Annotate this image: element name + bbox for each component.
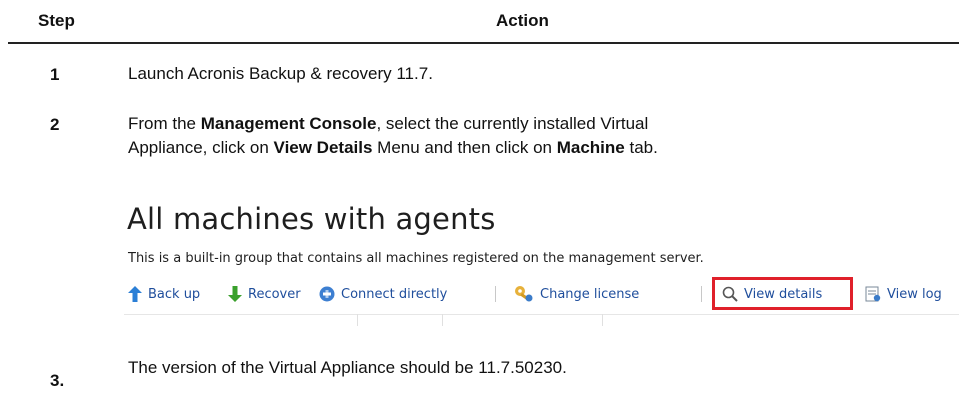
connect-directly-button[interactable]: Connect directly: [319, 284, 447, 304]
header-divider: [8, 42, 959, 44]
step-number-3: 3.: [50, 371, 65, 390]
key-icon: [515, 286, 533, 302]
header-step: Step: [38, 11, 75, 30]
toolbar-separator: [701, 286, 702, 302]
step-text-2-line-1: From the Management Console, select the …: [128, 114, 649, 133]
header-action: Action: [496, 11, 549, 30]
back-up-button[interactable]: Back up: [128, 284, 200, 304]
embedded-screenshot: All machines with agents This is a built…: [124, 202, 959, 342]
toolbar: Back up Recover Connect directly Change …: [124, 276, 959, 310]
step-text-1: Launch Acronis Backup & recovery 11.7.: [128, 64, 433, 83]
column-divider: [442, 314, 443, 326]
view-details-label: View Details: [273, 138, 373, 157]
group-title: All machines with agents: [127, 202, 496, 236]
step-text-2: From the Management Console, select the …: [128, 112, 658, 160]
recover-button[interactable]: Recover: [228, 284, 301, 304]
arrow-down-icon: [228, 286, 242, 302]
step-text-3: The version of the Virtual Appliance sho…: [128, 358, 567, 377]
arrow-up-icon: [128, 286, 142, 302]
column-divider: [357, 314, 358, 326]
management-console-label: Management Console: [200, 114, 377, 133]
toolbar-separator: [495, 286, 496, 302]
machine-label: Machine: [556, 138, 625, 157]
step-number-1: 1: [50, 65, 60, 84]
column-divider: [602, 314, 603, 326]
step-number-2: 2: [50, 115, 60, 134]
change-license-button[interactable]: Change license: [514, 284, 639, 304]
group-description: This is a built-in group that contains a…: [128, 251, 704, 266]
log-icon: [865, 286, 881, 302]
toolbar-bottom-border: [124, 314, 959, 315]
view-details-highlight: [712, 277, 853, 310]
step-text-2-line-2: Appliance, click on View Details Menu an…: [128, 138, 658, 157]
view-log-button[interactable]: View log: [865, 284, 942, 304]
connect-icon: [319, 286, 335, 302]
